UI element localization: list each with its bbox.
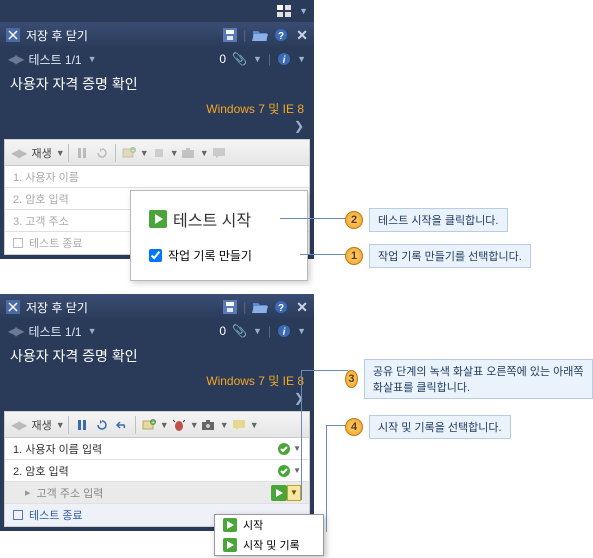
step-item[interactable]: 1. 사용자 이름: [5, 166, 309, 188]
reset-icon[interactable]: [93, 415, 111, 435]
svg-text:i: i: [283, 327, 286, 338]
shared-step-item[interactable]: ▸ 고객 주소 입력 ▼: [5, 482, 309, 504]
config-label[interactable]: Windows 7 및 IE 8: [0, 372, 314, 391]
camera-icon[interactable]: [200, 415, 218, 435]
callout-badge-3: 3: [345, 370, 358, 388]
test-title: 사용자 자격 증명 확인: [0, 70, 314, 100]
chevron-down-icon[interactable]: ▼: [299, 6, 308, 16]
nav-arrows[interactable]: ◀▶: [9, 143, 27, 163]
svg-text:+: +: [131, 147, 135, 154]
start-test-button[interactable]: 테스트 시작: [149, 207, 289, 231]
callout-text-1: 작업 기록 만들기를 선택합니다.: [369, 244, 531, 268]
callout-text-2: 테스트 시작을 클릭합니다.: [369, 208, 508, 232]
comment-icon: [210, 143, 228, 163]
save-icon[interactable]: [223, 300, 237, 314]
close-icon[interactable]: ✕: [296, 27, 308, 44]
play-dropdown[interactable]: ▼: [56, 420, 64, 430]
step-item[interactable]: 1. 사용자 이름 입력 ▼: [5, 438, 309, 460]
play-arrow-icon: [149, 210, 167, 228]
add-step-icon: +: [120, 143, 138, 163]
nav-arrows[interactable]: ◀▶: [9, 415, 27, 435]
window-controls: ▼: [0, 0, 314, 22]
help-icon[interactable]: ?: [274, 300, 288, 314]
test-title: 사용자 자격 증명 확인: [0, 342, 314, 372]
shared-step-menu: 시작 시작 및 기록: [214, 514, 324, 556]
pause-icon[interactable]: [73, 415, 91, 435]
pass-icon[interactable]: [277, 464, 291, 478]
callout-text-3: 공유 단계의 녹색 화살표 오른쪽에 있는 아래쪽 화살표를 클릭합니다.: [364, 359, 593, 399]
playback-toolbar: ◀▶ 재생 ▼ + ▼ ▼ ▼ ▼: [5, 412, 309, 438]
paperclip-icon[interactable]: 📎: [232, 324, 247, 338]
attach-count: 0: [219, 52, 226, 66]
camera-icon: [180, 143, 198, 163]
test-nav: ◀▶ 테스트 1/1 ▼ 0 📎 ▼ | i ▼: [0, 320, 314, 342]
play-button[interactable]: 재생: [29, 417, 53, 433]
nav-prev-next[interactable]: ◀▶: [8, 324, 22, 338]
play-shared-dropdown[interactable]: ▼: [287, 485, 301, 501]
shared-step-arrow-icon: ▸: [25, 486, 31, 499]
add-step-icon[interactable]: +: [140, 415, 158, 435]
bug-icon: [150, 143, 168, 163]
step-item[interactable]: 2. 암호 입력 ▼: [5, 460, 309, 482]
result-dropdown[interactable]: ▼: [293, 466, 301, 475]
save-icon[interactable]: [223, 28, 237, 42]
expand-icon[interactable]: ❯: [0, 119, 314, 139]
close-icon[interactable]: ✕: [296, 299, 308, 316]
grid-icon[interactable]: [277, 5, 291, 17]
title-bar: 저장 후 닫기 | ? ✕: [0, 294, 314, 320]
svg-text:?: ?: [278, 303, 284, 314]
test-counter: 테스트 1/1: [28, 51, 81, 68]
action-log-checkbox[interactable]: [149, 249, 162, 262]
config-label[interactable]: Windows 7 및 IE 8: [0, 100, 314, 119]
expand-icon[interactable]: ❯: [0, 391, 314, 411]
svg-text:i: i: [283, 55, 286, 66]
callout-text-4: 시작 및 기록을 선택합니다.: [369, 415, 511, 439]
attach-count: 0: [219, 324, 226, 338]
comment-icon[interactable]: [230, 415, 248, 435]
save-close-button[interactable]: 저장 후 닫기: [26, 27, 217, 44]
play-dropdown[interactable]: ▼: [56, 148, 64, 158]
svg-text:+: +: [151, 419, 155, 426]
playback-toolbar: ◀▶ 재생 ▼ + ▼ ▼ ▼: [5, 140, 309, 166]
action-log-label: 작업 기록 만들기: [168, 247, 252, 264]
paperclip-icon[interactable]: 📎: [232, 52, 247, 66]
save-close-button[interactable]: 저장 후 닫기: [26, 299, 217, 316]
open-icon[interactable]: [252, 300, 268, 314]
test-nav: ◀▶ 테스트 1/1 ▼ 0 📎 ▼ | i ▼: [0, 48, 314, 70]
reset-icon: [93, 143, 111, 163]
svg-text:?: ?: [278, 31, 284, 42]
pass-icon[interactable]: [277, 442, 291, 456]
info-icon[interactable]: i: [277, 52, 291, 66]
info-icon[interactable]: i: [277, 324, 291, 338]
test-counter: 테스트 1/1: [28, 323, 81, 340]
result-dropdown[interactable]: ▼: [293, 444, 301, 453]
menu-start-record[interactable]: 시작 및 기록: [215, 535, 323, 555]
title-bar: 저장 후 닫기 | ? ✕: [0, 22, 314, 48]
bug-icon[interactable]: [170, 415, 188, 435]
app-icon: [6, 28, 20, 42]
open-icon[interactable]: [252, 28, 268, 42]
play-shared-icon[interactable]: [271, 485, 287, 501]
help-icon[interactable]: ?: [274, 28, 288, 42]
nav-prev-next[interactable]: ◀▶: [8, 52, 22, 66]
play-button[interactable]: 재생: [29, 145, 53, 161]
undo-icon[interactable]: [113, 415, 131, 435]
pause-icon: [73, 143, 91, 163]
start-test-overlay: 테스트 시작 작업 기록 만들기: [130, 190, 308, 281]
callout-badge-1: 1: [345, 247, 363, 265]
app-icon: [6, 300, 20, 314]
menu-start[interactable]: 시작: [215, 515, 323, 535]
callout-badge-4: 4: [345, 418, 363, 436]
callout-badge-2: 2: [345, 211, 363, 229]
test-body: ◀▶ 재생 ▼ + ▼ ▼ ▼ ▼ 1. 사용자 이름 입력: [4, 411, 310, 527]
step-list: 1. 사용자 이름 입력 ▼ 2. 암호 입력 ▼ ▸ 고객 주소 입력 ▼: [5, 438, 309, 526]
